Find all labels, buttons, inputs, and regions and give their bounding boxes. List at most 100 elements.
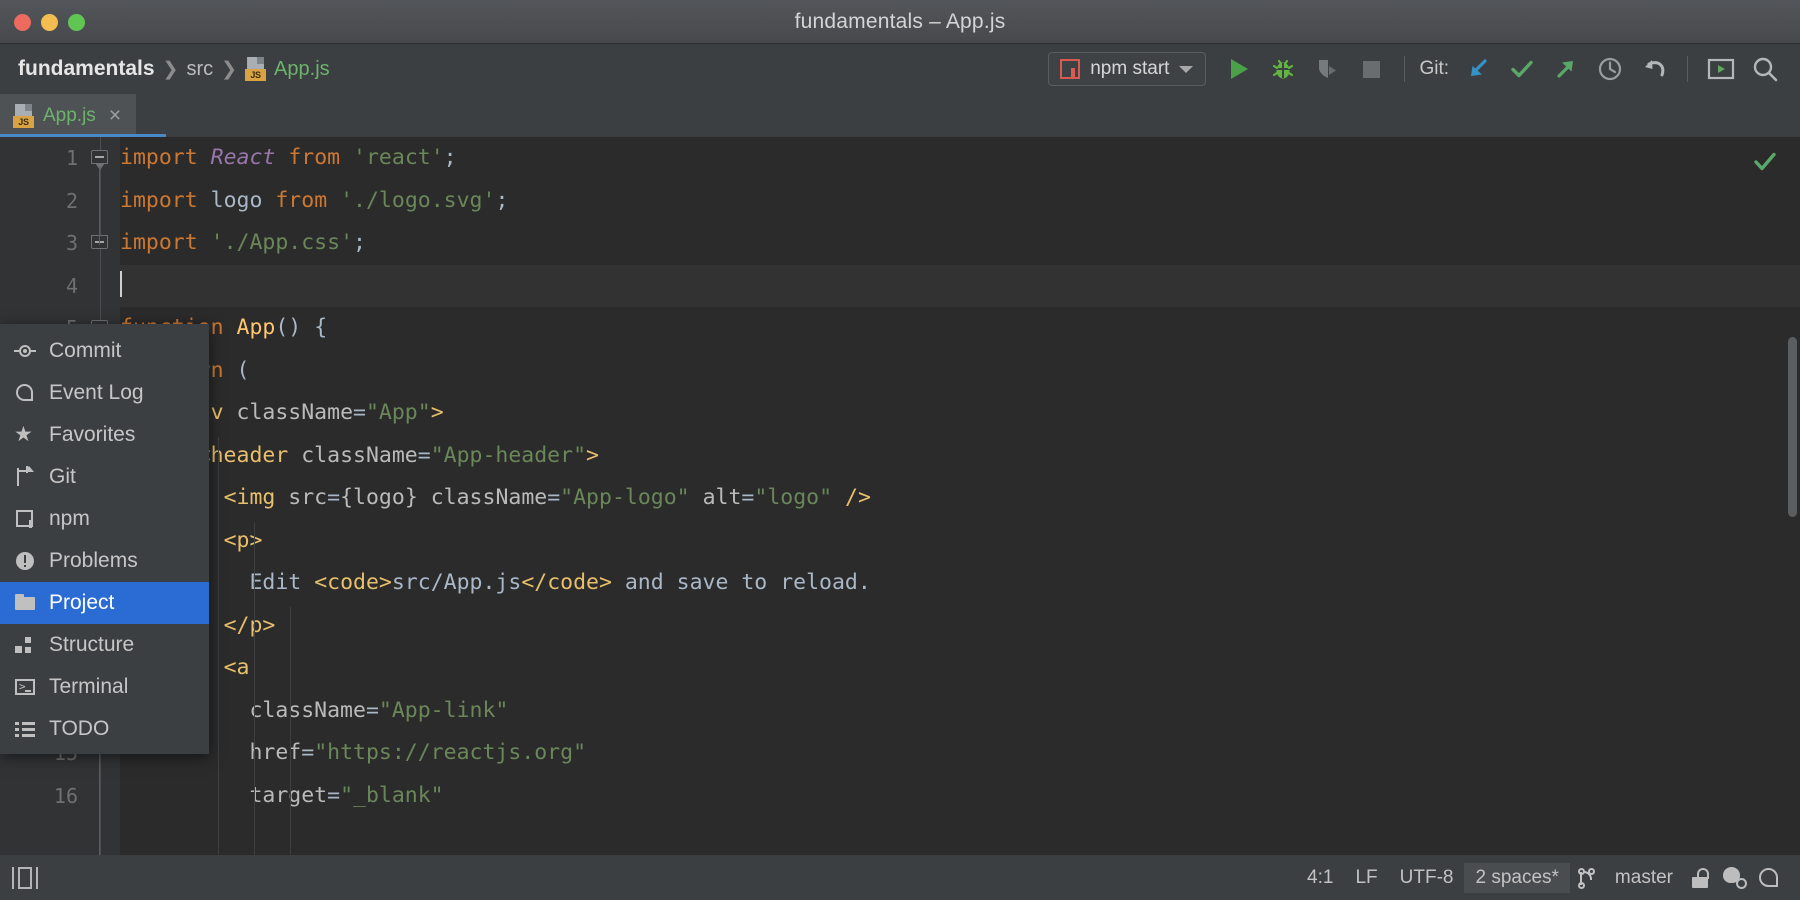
tool-window-item-favorites[interactable]: ★Favorites <box>0 414 209 456</box>
code-line[interactable]: <p> <box>120 520 1800 563</box>
stop-button[interactable] <box>1350 48 1392 90</box>
branch-widget[interactable] <box>1570 861 1604 895</box>
code-line[interactable]: import React from 'react'; <box>120 137 1800 180</box>
code-token: import <box>120 188 198 213</box>
debug-button[interactable] <box>1262 48 1304 90</box>
search-everywhere-button[interactable] <box>1744 48 1786 90</box>
git-rollback-button[interactable] <box>1633 48 1675 90</box>
caret-position[interactable]: 4:1 <box>1296 863 1344 893</box>
file-encoding[interactable]: UTF-8 <box>1389 863 1465 893</box>
code-token: alt <box>703 485 742 510</box>
code-line[interactable]: <img src={logo} className="App-logo" alt… <box>120 477 1800 520</box>
tool-window-item-terminal[interactable]: >Terminal <box>0 666 209 708</box>
check-icon <box>1508 55 1536 83</box>
close-window-button[interactable] <box>14 14 31 31</box>
js-file-icon: JS <box>13 104 34 128</box>
tool-window-item-event-log[interactable]: Event Log <box>0 372 209 414</box>
tool-window-quick-switch-popup[interactable]: Commit Event Log ★Favorites Git npm Problems P… <box>0 324 209 754</box>
code-token: <a <box>224 655 250 680</box>
breadcrumb: fundamentals ❯ src ❯ JS App.js <box>0 57 330 81</box>
close-icon[interactable]: × <box>109 105 121 126</box>
tool-window-item-project[interactable]: Project <box>0 582 209 624</box>
debug-bug-icon <box>1270 56 1296 82</box>
inspection-widget[interactable] <box>1718 861 1752 895</box>
tool-window-item-npm[interactable]: npm <box>0 498 209 540</box>
code-token <box>275 145 288 170</box>
breadcrumb-separator-icon: ❯ <box>221 58 237 81</box>
tool-window-item-git[interactable]: Git <box>0 456 209 498</box>
code-line[interactable]: Edit <code>src/App.js</code> and save to… <box>120 562 1800 605</box>
tool-window-item-label: TODO <box>49 717 109 741</box>
code-token <box>198 145 211 170</box>
breadcrumb-project[interactable]: fundamentals <box>18 57 155 81</box>
code-token: 'react' <box>353 145 444 170</box>
breadcrumb-file-appjs[interactable]: App.js <box>274 58 330 81</box>
code-token <box>327 188 340 213</box>
git-push-button[interactable] <box>1545 48 1587 90</box>
run-configuration-selector[interactable]: npm start <box>1048 52 1206 86</box>
run-button[interactable] <box>1218 48 1260 90</box>
code-token <box>120 783 249 808</box>
code-line[interactable]: target="_blank" <box>120 775 1800 818</box>
code-line[interactable]: import './App.css'; <box>120 222 1800 265</box>
code-line[interactable]: <header className="App-header"> <box>120 435 1800 478</box>
tool-window-item-label: Git <box>49 465 76 489</box>
terminal-window-play-icon <box>1706 56 1736 82</box>
indent-guide <box>254 522 255 855</box>
minimize-window-button[interactable] <box>41 14 58 31</box>
write-access-toggle[interactable] <box>1684 861 1718 895</box>
toolbar-divider <box>1404 56 1405 82</box>
status-bar-left <box>0 867 38 889</box>
code-token: <img <box>224 485 276 510</box>
code-line[interactable]: <div className="App"> <box>120 392 1800 435</box>
code-token: = <box>327 485 340 510</box>
code-line[interactable]: className="App-link" <box>120 690 1800 733</box>
code-token: = <box>327 783 340 808</box>
tool-window-item-label: Event Log <box>49 381 144 405</box>
code-token: ; <box>353 230 366 255</box>
tool-window-item-commit[interactable]: Commit <box>0 330 209 372</box>
notifications-widget[interactable] <box>1752 861 1786 895</box>
code-line[interactable]: function App() { <box>120 307 1800 350</box>
arrow-down-left-icon <box>1464 55 1492 83</box>
code-editor[interactable]: import React from 'react';import logo fr… <box>0 137 1800 855</box>
line-number: 16 <box>0 775 100 818</box>
code-content[interactable]: import React from 'react';import logo fr… <box>120 137 1800 855</box>
code-token: className <box>301 443 418 468</box>
git-history-button[interactable] <box>1589 48 1631 90</box>
code-line[interactable]: import logo from './logo.svg'; <box>120 180 1800 223</box>
tool-window-item-label: npm <box>49 507 90 531</box>
code-token <box>418 485 431 510</box>
code-line[interactable]: return ( <box>120 350 1800 393</box>
toggle-tool-windows-icon[interactable] <box>12 867 38 889</box>
editor-tab-appjs[interactable]: JS App.js × <box>0 94 136 137</box>
indent-setting[interactable]: 2 spaces* <box>1464 863 1569 893</box>
stop-square-icon <box>1363 61 1380 78</box>
tool-window-item-label: Problems <box>49 549 138 573</box>
tool-window-item-problems[interactable]: Problems <box>0 540 209 582</box>
git-update-project-button[interactable] <box>1457 48 1499 90</box>
code-token: href <box>249 740 301 765</box>
tool-window-item-todo[interactable]: TODO <box>0 708 209 750</box>
search-icon <box>1750 54 1780 84</box>
code-token: </code> <box>521 570 612 595</box>
code-line[interactable] <box>120 265 1800 308</box>
code-token <box>340 145 353 170</box>
code-token: <code> <box>314 570 392 595</box>
code-line[interactable]: <a <box>120 647 1800 690</box>
line-number: 1 <box>0 137 100 180</box>
run-triangle-icon <box>1231 59 1248 79</box>
tool-window-item-structure[interactable]: Structure <box>0 624 209 666</box>
code-token: > <box>431 400 444 425</box>
code-line[interactable]: </p> <box>120 605 1800 648</box>
code-line[interactable]: href="https://reactjs.org" <box>120 732 1800 775</box>
code-token: from <box>288 145 340 170</box>
branch-name[interactable]: master <box>1604 863 1684 893</box>
breadcrumb-folder-src[interactable]: src <box>186 58 213 81</box>
run-with-coverage-button[interactable] <box>1306 48 1348 90</box>
line-separator[interactable]: LF <box>1344 863 1388 893</box>
editor-tab-label: App.js <box>43 105 96 127</box>
zoom-window-button[interactable] <box>68 14 85 31</box>
run-anything-button[interactable] <box>1700 48 1742 90</box>
git-commit-button[interactable] <box>1501 48 1543 90</box>
